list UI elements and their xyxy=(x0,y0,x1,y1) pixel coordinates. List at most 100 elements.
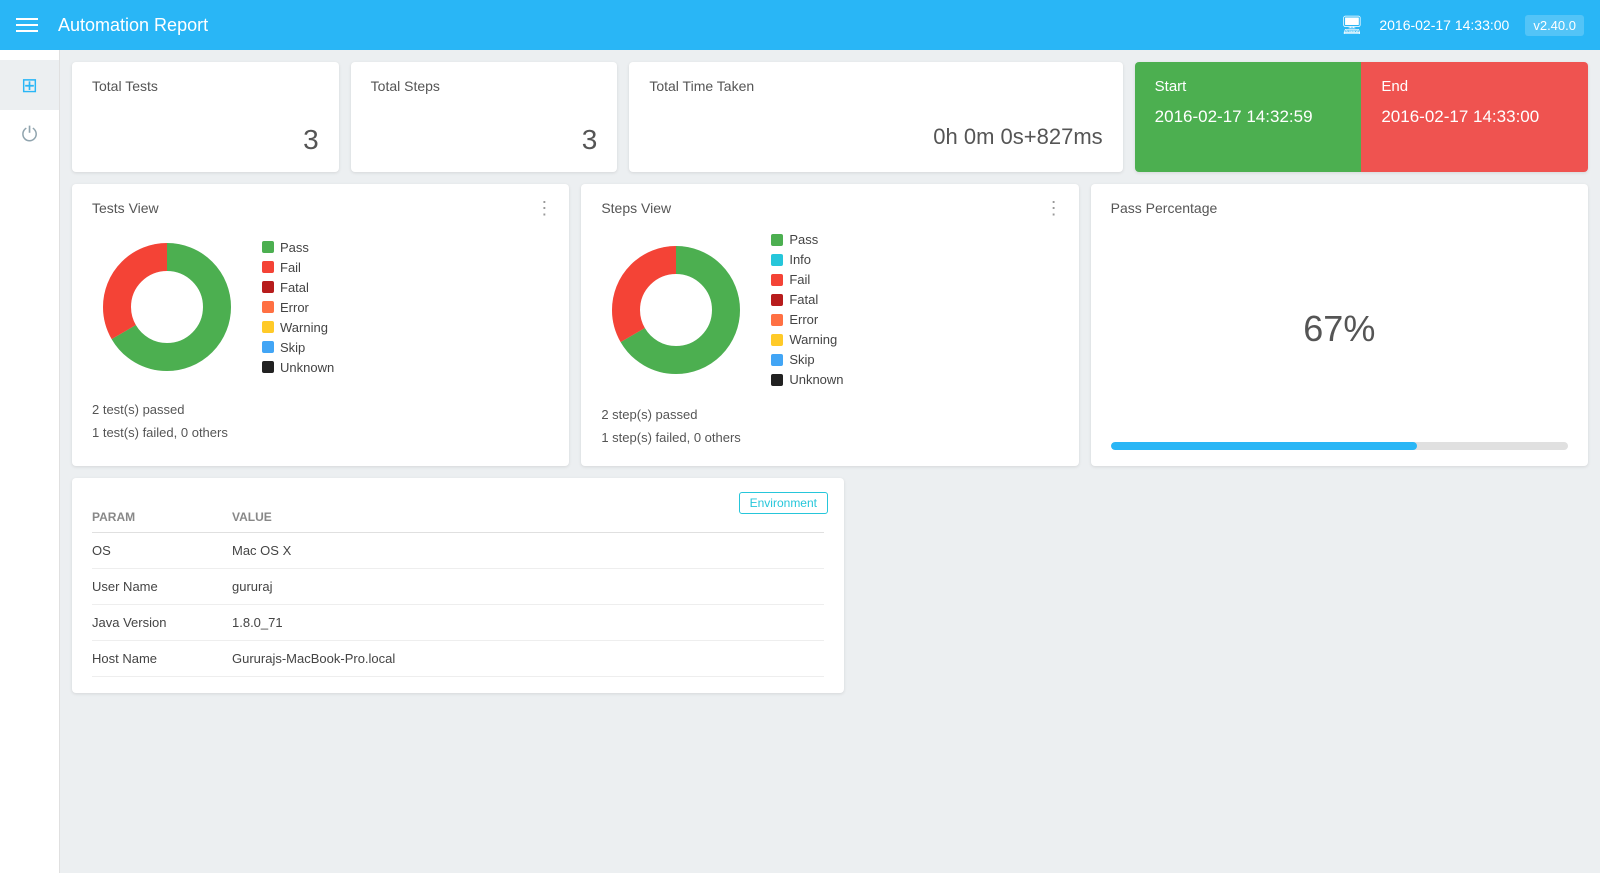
legend-color xyxy=(771,334,783,346)
header-version: v2.40.0 xyxy=(1525,15,1584,36)
legend-label: Warning xyxy=(280,320,328,335)
empty-bottom-card xyxy=(856,478,1588,693)
legend-label: Fail xyxy=(280,260,301,275)
legend-color xyxy=(771,314,783,326)
env-value: Gururajs-MacBook-Pro.local xyxy=(232,640,824,676)
start-card: Start 2016-02-17 14:32:59 xyxy=(1135,62,1362,172)
header-datetime: 2016-02-17 14:33:00 xyxy=(1379,17,1509,33)
tests-footer-line1: 2 test(s) passed xyxy=(92,398,549,421)
env-value: gururaj xyxy=(232,568,824,604)
sidebar-item-power[interactable]: ⏻ xyxy=(0,110,59,160)
legend-label: Unknown xyxy=(789,372,843,387)
tests-view-inner: Pass Fail Fatal Error Warning Skip Unknown xyxy=(92,232,549,382)
legend-label: Info xyxy=(789,252,811,267)
start-label: Start xyxy=(1155,78,1342,95)
legend-color xyxy=(771,234,783,246)
legend-item: Unknown xyxy=(771,372,843,387)
table-row: Host NameGururajs-MacBook-Pro.local xyxy=(92,640,824,676)
legend-color xyxy=(771,374,783,386)
total-tests-card: Total Tests 3 xyxy=(72,62,339,172)
total-time-value: 0h 0m 0s+827ms xyxy=(649,124,1102,150)
total-tests-label: Total Tests xyxy=(92,78,319,94)
total-steps-label: Total Steps xyxy=(371,78,598,94)
bottom-row: Environment PARAM VALUE OSMac OS XUser N… xyxy=(72,478,1588,693)
hamburger-menu[interactable] xyxy=(16,18,38,32)
pass-percentage-title: Pass Percentage xyxy=(1111,200,1568,216)
total-time-card: Total Time Taken 0h 0m 0s+827ms xyxy=(629,62,1122,172)
legend-item: Pass xyxy=(262,240,334,255)
legend-item: Warning xyxy=(262,320,334,335)
main-layout: ⊞ ⏻ Total Tests 3 Total Steps 3 Total Ti… xyxy=(0,50,1600,873)
env-value: Mac OS X xyxy=(232,532,824,568)
progress-bar xyxy=(1111,442,1417,450)
env-col-param: PARAM xyxy=(92,502,232,533)
tests-footer-line2: 1 test(s) failed, 0 others xyxy=(92,421,549,444)
environment-card: Environment PARAM VALUE OSMac OS XUser N… xyxy=(72,478,844,693)
legend-item: Error xyxy=(771,312,843,327)
steps-donut xyxy=(601,235,751,385)
env-value: 1.8.0_71 xyxy=(232,604,824,640)
end-card: End 2016-02-17 14:33:00 xyxy=(1361,62,1588,172)
dashboard-icon: ⊞ xyxy=(21,73,38,98)
pass-percentage-card: Pass Percentage 67% xyxy=(1091,184,1588,466)
env-col-value: VALUE xyxy=(232,502,824,533)
steps-view-inner: PassInfoFailFatalErrorWarningSkipUnknown xyxy=(601,232,1058,387)
legend-item: Skip xyxy=(771,352,843,367)
legend-label: Fatal xyxy=(280,280,309,295)
env-param: User Name xyxy=(92,568,232,604)
steps-footer-line2: 1 step(s) failed, 0 others xyxy=(601,426,1058,449)
legend-label: Fail xyxy=(789,272,810,287)
legend-color xyxy=(262,281,274,293)
sidebar: ⊞ ⏻ xyxy=(0,50,60,873)
header-right: 🖥 2016-02-17 14:33:00 v2.40.0 xyxy=(1340,15,1584,36)
steps-view-card: Steps View ⋮ PassInfoFailFatalErrorWarni… xyxy=(581,184,1078,466)
env-table: PARAM VALUE OSMac OS XUser NamegururajJa… xyxy=(92,502,824,677)
env-param: OS xyxy=(92,532,232,568)
tests-view-title: Tests View xyxy=(92,200,549,216)
legend-label: Error xyxy=(789,312,818,327)
legend-label: Pass xyxy=(789,232,818,247)
env-param: Host Name xyxy=(92,640,232,676)
sidebar-item-dashboard[interactable]: ⊞ xyxy=(0,60,59,110)
tests-footer: 2 test(s) passed 1 test(s) failed, 0 oth… xyxy=(92,398,549,445)
steps-view-menu[interactable]: ⋮ xyxy=(1045,198,1063,219)
env-param: Java Version xyxy=(92,604,232,640)
legend-color xyxy=(771,354,783,366)
pass-percentage-value: 67% xyxy=(1111,216,1568,442)
end-value: 2016-02-17 14:33:00 xyxy=(1381,107,1568,127)
legend-color xyxy=(262,321,274,333)
legend-label: Warning xyxy=(789,332,837,347)
legend-item: Fatal xyxy=(262,280,334,295)
legend-label: Skip xyxy=(280,340,305,355)
tests-donut xyxy=(92,232,242,382)
legend-color xyxy=(262,241,274,253)
power-icon: ⏻ xyxy=(22,124,38,147)
tests-view-menu[interactable]: ⋮ xyxy=(535,198,553,219)
legend-item: Fail xyxy=(262,260,334,275)
legend-color xyxy=(262,361,274,373)
legend-item: Info xyxy=(771,252,843,267)
legend-item: Error xyxy=(262,300,334,315)
legend-label: Skip xyxy=(789,352,814,367)
legend-color xyxy=(262,341,274,353)
legend-item: Warning xyxy=(771,332,843,347)
environment-badge: Environment xyxy=(739,492,828,514)
legend-label: Error xyxy=(280,300,309,315)
content-area: Total Tests 3 Total Steps 3 Total Time T… xyxy=(60,50,1600,873)
header: Automation Report 🖥 2016-02-17 14:33:00 … xyxy=(0,0,1600,50)
app-title: Automation Report xyxy=(58,15,1340,36)
legend-label: Pass xyxy=(280,240,309,255)
legend-color xyxy=(771,274,783,286)
steps-view-title: Steps View xyxy=(601,200,1058,216)
charts-row: Tests View ⋮ xyxy=(72,184,1588,466)
total-steps-card: Total Steps 3 xyxy=(351,62,618,172)
legend-item: Fail xyxy=(771,272,843,287)
stats-row: Total Tests 3 Total Steps 3 Total Time T… xyxy=(72,62,1588,172)
legend-label: Unknown xyxy=(280,360,334,375)
table-row: User Namegururaj xyxy=(92,568,824,604)
legend-item: Unknown xyxy=(262,360,334,375)
steps-footer: 2 step(s) passed 1 step(s) failed, 0 oth… xyxy=(601,403,1058,450)
tests-legend: Pass Fail Fatal Error Warning Skip Unknown xyxy=(262,240,334,375)
table-row: Java Version1.8.0_71 xyxy=(92,604,824,640)
datetime-card: Start 2016-02-17 14:32:59 End 2016-02-17… xyxy=(1135,62,1588,172)
